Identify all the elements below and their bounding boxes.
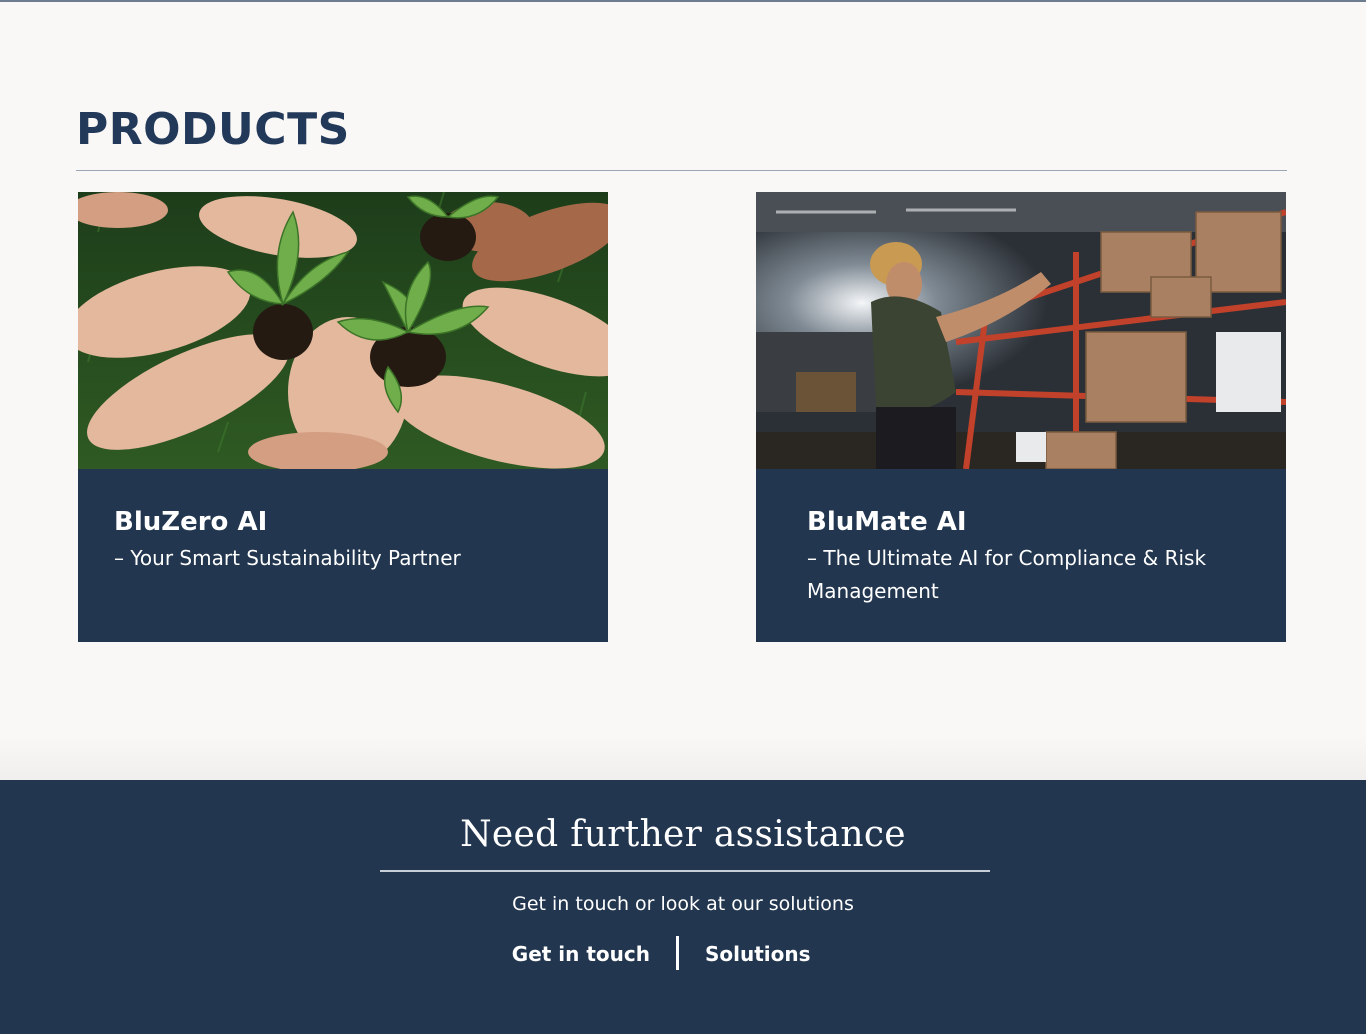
link-separator [676,936,679,970]
section-title: PRODUCTS [76,104,350,155]
section-transition [0,735,1366,780]
product-card-bluzero[interactable]: BluZero AI – Your Smart Sustainability P… [78,192,608,642]
seedling-hands-image [78,192,608,469]
product-name: BluZero AI [114,507,268,537]
footer-heading: Need further assistance [460,814,906,855]
top-border [0,0,1366,2]
product-tagline: – The Ultimate AI for Compliance & Risk … [807,546,1207,603]
solutions-link[interactable]: Solutions [705,940,811,968]
warehouse-worker-image [756,192,1286,469]
product-name: BluMate AI [807,507,967,537]
section-divider [76,170,1287,171]
get-in-touch-link[interactable]: Get in touch [512,940,650,968]
product-card-blumate[interactable]: BluMate AI – The Ultimate AI for Complia… [756,192,1286,642]
assistance-footer: Need further assistance Get in touch or … [0,780,1366,1034]
footer-subtext: Get in touch or look at our solutions [512,893,854,915]
product-tagline: – Your Smart Sustainability Partner [114,546,461,570]
footer-divider [380,870,990,872]
